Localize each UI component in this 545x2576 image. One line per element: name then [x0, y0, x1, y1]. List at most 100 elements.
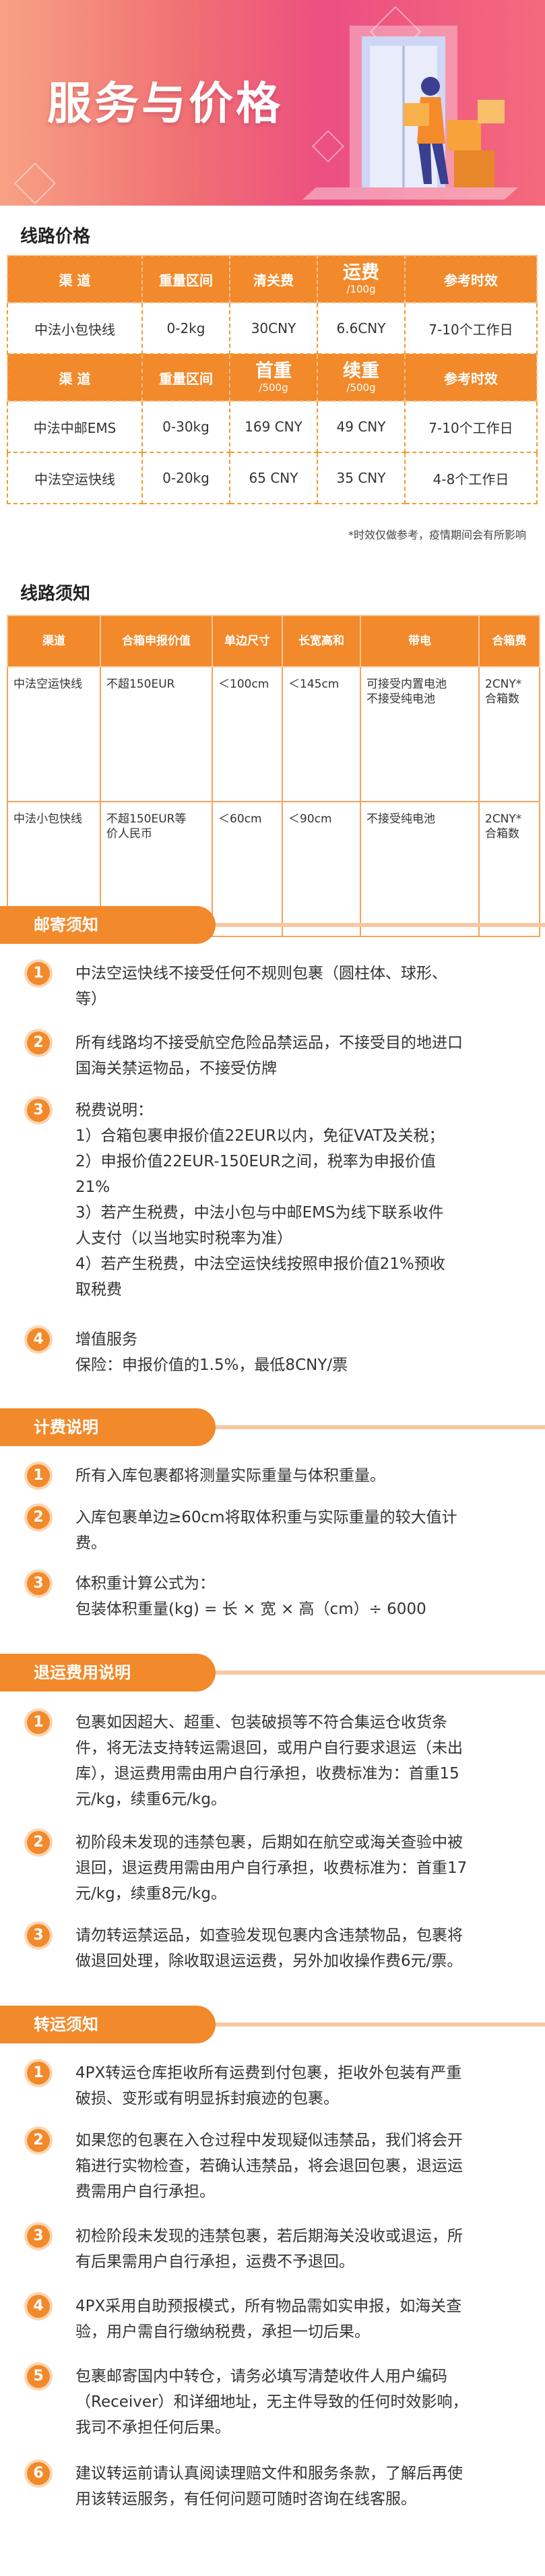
- number-badge: 2: [27, 1831, 50, 1854]
- route-header-row: 渠道 合箱申报价值 单边尺寸 长宽高和 带电 合箱费: [7, 615, 540, 667]
- cell-weight: 0-20kg: [141, 452, 230, 504]
- number-badge: 3: [27, 2225, 50, 2248]
- header-channel: 渠 道: [7, 255, 143, 303]
- list-item: 1 包裹如因超大、超重、包装破损等不符合集运仓收货条 件，将无法支持转运需退回，…: [27, 1710, 525, 1812]
- list-item-text: 初阶段未发现的违禁包裹，后期如在航空或海关查验中被 退回，退运费用需由用户自行承…: [75, 1834, 468, 1903]
- cell-weight: 0-30kg: [141, 400, 230, 453]
- list-item-text: 所有入库包裹都将测量实际重量与体积重量。: [75, 1467, 385, 1485]
- route-header-cell: 长宽高和: [282, 615, 361, 667]
- route-cell: 中法空运快线: [7, 666, 101, 802]
- header-freight-label: 运费: [343, 262, 379, 283]
- number-badge: 1: [27, 2062, 50, 2085]
- cell-time: 7-10个工作日: [404, 302, 538, 355]
- header-extra-unit: /500g: [346, 382, 376, 394]
- cell-channel: 中法空运快线: [7, 452, 143, 504]
- list-item-text: 建议转运前请认真阅读理赔文件和服务条款，了解后再使 用该转运服务，有任何问题可随…: [75, 2465, 463, 2508]
- list-item-text: 增值服务 保险：申报价值的1.5%，最低8CNY/票: [75, 1331, 348, 1374]
- list-item: 3 税费说明： 1）合箱包裹申报价值22EUR以内，免征VAT及关税； 2）申报…: [27, 1098, 525, 1302]
- cell-first: 169 CNY: [229, 400, 318, 453]
- price-header-row: 渠 道 重量区间 清关费 运费/100g 参考时效: [7, 255, 538, 303]
- cell-extra: 35 CNY: [317, 452, 406, 504]
- cell-freight: 6.6CNY: [317, 302, 406, 355]
- cell-channel: 中法中邮EMS: [7, 400, 143, 453]
- header-time: 参考时效: [404, 255, 538, 303]
- decor-cube: [13, 162, 57, 205]
- header-extra-label: 续重: [343, 361, 379, 382]
- list-item-text: 中法空运快线不接受任何不规则包裹（圆柱体、球形、 等）: [75, 965, 447, 1008]
- table-row: 中法空运快线 0-20kg 65 CNY 35 CNY 4-8个工作日: [7, 452, 538, 504]
- price-header-row: 渠 道 重量区间 首重/500g 续重/500g 参考时效: [7, 353, 538, 402]
- list-item-text: 4PX转运仓库拒收所有运费到付包裹，拒收外包装有严重 破损、变形或有明显拆封痕迹…: [75, 2064, 462, 2107]
- list-item: 2 初阶段未发现的违禁包裹，后期如在航空或海关查验中被 退回，退运费用需由用户自…: [27, 1830, 525, 1907]
- list-item: 3 初检阶段未发现的违禁包裹，若后期海关没收或退运，所 有后果需用户自行承担，运…: [27, 2223, 525, 2275]
- header-freight: 运费/100g: [317, 255, 406, 303]
- route-header-cell: 合箱费: [478, 615, 540, 667]
- list-item: 3 请勿转运禁运品，如查验发现包裹内含违禁物品，包裹将 做退回处理，除收取退运运…: [27, 1923, 525, 1974]
- cell-time: 4-8个工作日: [404, 452, 538, 504]
- header-banner: 服务与价格: [0, 0, 545, 206]
- route-header-cell: 合箱申报价值: [100, 615, 213, 667]
- list-item: 2 如果您的包裹在入仓过程中发现疑似违禁品，我们将会开 箱进行实物检查，若确认违…: [27, 2128, 525, 2205]
- number-badge: 2: [27, 2129, 50, 2152]
- list-item-text: 4PX采用自助预报模式，所有物品需如实申报，如海关查 验，用户需自行缴纳税费，承…: [75, 2298, 462, 2341]
- header-weight: 重量区间: [141, 255, 230, 303]
- list-item-text: 税费说明： 1）合箱包裹申报价值22EUR以内，免征VAT及关税； 2）申报价值…: [75, 1102, 445, 1298]
- header-time: 参考时效: [404, 353, 538, 402]
- list-item: 1 中法空运快线不接受任何不规则包裹（圆柱体、球形、 等）: [27, 961, 525, 1012]
- cell-extra: 49 CNY: [317, 400, 406, 453]
- list-item: 4 增值服务 保险：申报价值的1.5%，最低8CNY/票: [27, 1327, 525, 1378]
- route-header-cell: 渠道: [7, 615, 101, 667]
- list-item: 1 4PX转运仓库拒收所有运费到付包裹，拒收外包装有严重 破损、变形或有明显拆封…: [27, 2060, 525, 2111]
- warehouse-illustration: [302, 26, 518, 200]
- list-item-text: 体积重计算公式为： 包装体积重量(kg) = 长 × 宽 × 高（cm）÷ 60…: [75, 1575, 426, 1618]
- header-weight: 重量区间: [141, 353, 230, 402]
- route-cell: ＜60cm: [212, 801, 283, 937]
- list-item-text: 包裹如因超大、超重、包装破损等不符合集运仓收货条 件，将无法支持转运需退回，或用…: [75, 1714, 463, 1808]
- price-section-title: 线路价格: [20, 227, 91, 247]
- header-freight-unit: /100g: [346, 283, 376, 295]
- transfer-tab: 转运须知: [0, 2006, 216, 2043]
- table-row: 中法小包快线 0-2kg 30CNY 6.6CNY 7-10个工作日: [7, 302, 538, 355]
- route-cell: 2CNY* 合箱数: [478, 666, 540, 802]
- number-badge: 5: [27, 2365, 50, 2388]
- route-cell: 不超150EUR: [100, 666, 213, 802]
- number-badge: 1: [27, 962, 50, 985]
- list-item: 2 所有线路均不接受航空危险品禁运品，不接受目的地进口 国海关禁运物品，不接受仿…: [27, 1030, 525, 1081]
- list-item: 3 体积重计算公式为： 包装体积重量(kg) = 长 × 宽 × 高（cm）÷ …: [27, 1571, 525, 1622]
- number-badge: 4: [27, 2295, 50, 2318]
- number-badge: 2: [27, 1031, 50, 1054]
- cell-time: 7-10个工作日: [404, 400, 538, 453]
- route-section-title: 线路须知: [20, 584, 91, 604]
- cell-channel: 中法小包快线: [7, 302, 143, 355]
- header-first-label: 首重: [255, 361, 292, 382]
- number-badge: 1: [27, 1711, 50, 1734]
- header-first: 首重/500g: [229, 353, 318, 402]
- mail-notes-tab: 邮寄须知: [0, 906, 216, 944]
- list-item-text: 如果您的包裹在入仓过程中发现疑似违禁品，我们将会开 箱进行实物检查，若确认违禁品…: [75, 2132, 463, 2200]
- list-item-text: 包裹邮寄国内中转仓，请务必填写清楚收件人用户编码 （Receiver）和详细地址…: [75, 2368, 468, 2436]
- list-item-text: 请勿转运禁运品，如查验发现包裹内含违禁物品，包裹将 做退回处理，除收取退运运费，…: [75, 1927, 463, 1970]
- list-item: 1 所有入库包裹都将测量实际重量与体积重量。: [27, 1463, 525, 1489]
- number-badge: 6: [27, 2462, 50, 2485]
- cell-weight: 0-2kg: [141, 302, 230, 355]
- number-badge: 2: [27, 1506, 50, 1529]
- table-row: 中法空运快线 不超150EUR ＜100cm ＜145cm 可接受内置电池 不接…: [7, 666, 540, 802]
- page: 服务与价格 线路价格 渠 道 重量区间 清关费 运费 /100g 参考时效 中法…: [0, 0, 545, 2576]
- banner-title: 服务与价格: [47, 78, 283, 129]
- route-cell: 2CNY* 合箱数: [478, 801, 540, 937]
- number-badge: 1: [27, 1464, 50, 1487]
- number-badge: 3: [27, 1924, 50, 1947]
- refund-tab: 退运费用说明: [0, 1654, 216, 1691]
- number-badge: 3: [27, 1572, 50, 1595]
- route-table: 渠道 合箱申报价值 单边尺寸 长宽高和 带电 合箱费 中法空运快线 不超150E…: [7, 615, 540, 937]
- list-item: 6 建议转运前请认真阅读理赔文件和服务条款，了解后再使 用该转运服务，有任何问题…: [27, 2461, 525, 2512]
- header-channel: 渠 道: [7, 353, 143, 402]
- route-header-cell: 带电: [360, 615, 480, 667]
- route-header-cell: 单边尺寸: [212, 615, 283, 667]
- list-item-text: 初检阶段未发现的违禁包裹，若后期海关没收或退运，所 有后果需用户自行承担，运费不…: [75, 2227, 463, 2271]
- price-table: 渠 道 重量区间 清关费 运费/100g 参考时效 中法小包快线 0-2kg 3…: [7, 255, 538, 504]
- table-row: 中法中邮EMS 0-30kg 169 CNY 49 CNY 7-10个工作日: [7, 400, 538, 453]
- list-item: 2 入库包裹单边≥60cm将取体积重与实际重量的较大值计 费。: [27, 1505, 525, 1556]
- header-clearance: 清关费: [229, 255, 318, 303]
- list-item: 5 包裹邮寄国内中转仓，请务必填写清楚收件人用户编码 （Receiver）和详细…: [27, 2364, 525, 2440]
